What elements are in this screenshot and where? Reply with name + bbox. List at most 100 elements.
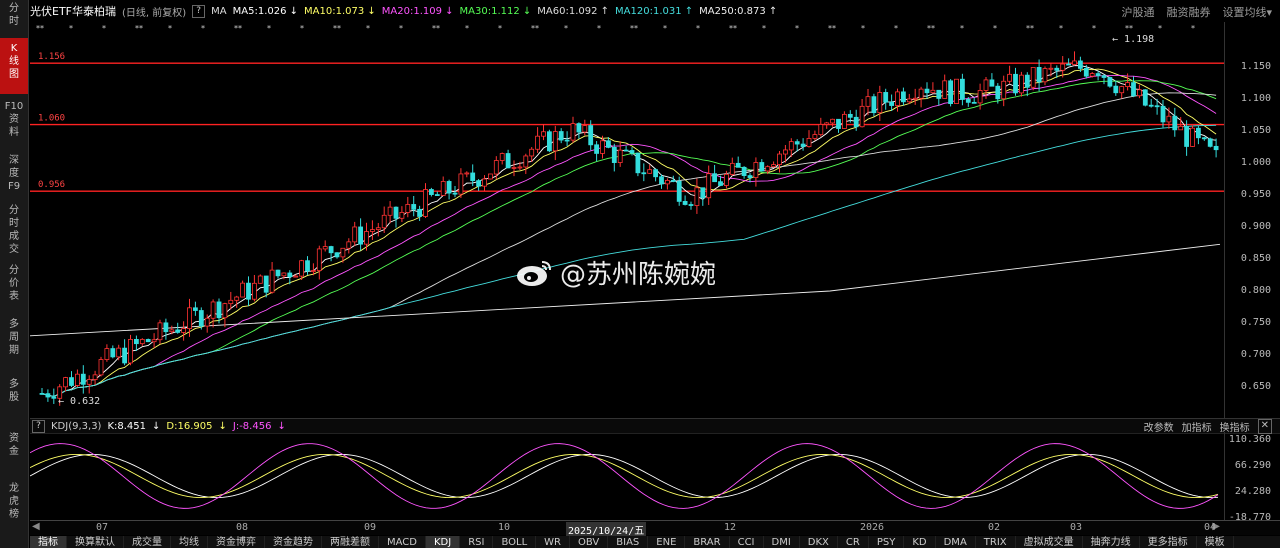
candle [954, 78, 959, 104]
candle [446, 181, 452, 194]
candle [712, 173, 717, 183]
candle [842, 113, 847, 129]
margin-trading-link[interactable]: 融资融券 [1166, 4, 1210, 20]
sidebar-item-depth[interactable]: 深 度 F9 [0, 154, 28, 196]
candle [299, 260, 305, 277]
event-mark: ** [729, 24, 737, 33]
candle [1178, 125, 1184, 131]
tab-dmi[interactable]: DMI [764, 536, 800, 548]
tab-换算默认[interactable]: 换算默认 [67, 536, 124, 548]
tab-cr[interactable]: CR [838, 536, 869, 548]
tab-指标[interactable]: 指标 [30, 536, 67, 548]
tab-dma[interactable]: DMA [936, 536, 976, 548]
candlestick-chart[interactable]: ** * * ** * * ** * * ** * * ** * * ** * * ** * * ** * * ** * * ** * *… [30, 22, 1224, 418]
ma-line [41, 65, 1217, 397]
tab-psy[interactable]: PSY [869, 536, 905, 548]
candle [423, 189, 428, 217]
kdj-axis: 110.360 66.290 24.280 -18.770 [1224, 432, 1280, 523]
sidebar-item-kline[interactable]: K 线 图 [0, 38, 28, 94]
chart-header: 光伏ETF华泰柏瑞 (日线, 前复权) ? MA MA5:1.026 ↓ MA10… [30, 0, 1280, 22]
sidebar-item-price-table[interactable]: 分 价 表 [0, 264, 28, 306]
tab-资金博弈[interactable]: 资金博弈 [208, 536, 265, 548]
event-mark: * [993, 24, 997, 33]
candle [1060, 63, 1066, 71]
tab-抽奔力线[interactable]: 抽奔力线 [1083, 536, 1140, 548]
tab-更多指标[interactable]: 更多指标 [1140, 536, 1197, 548]
candle [1072, 60, 1077, 65]
tab-wr[interactable]: WR [536, 536, 570, 548]
candle [771, 164, 776, 168]
candle [399, 212, 405, 219]
candle [334, 252, 340, 258]
event-mark: ** [234, 24, 242, 33]
tab-kd[interactable]: KD [904, 536, 936, 548]
event-mark: * [366, 24, 370, 33]
candle [1119, 86, 1125, 94]
tab-成交量[interactable]: 成交量 [124, 536, 171, 548]
candle [322, 246, 328, 250]
set-ma-button[interactable]: 设置均线▾ [1222, 4, 1272, 20]
tab-两融差额[interactable]: 两融差额 [322, 536, 379, 548]
sidebar-item-multi-stock[interactable]: 多 股 [0, 378, 28, 408]
candle [694, 187, 700, 206]
candle [629, 150, 635, 154]
ma-list: MA5:1.026 ↓ MA10:1.073 ↓ MA20:1.109 ↓ MA30:… [233, 6, 778, 17]
event-mark: * [564, 24, 568, 33]
sidebar-item-funds[interactable]: 资 金 [0, 432, 28, 462]
tab-ene[interactable]: ENE [648, 536, 686, 548]
candle [741, 166, 747, 176]
tab-均线[interactable]: 均线 [171, 536, 208, 548]
sidebar: 分 时 K 线 图 F10 资 料 深 度 F9 分 时 成 交 分 价 表 多… [0, 0, 29, 548]
ma-value-0: MA5:1.026 ↓ [232, 5, 299, 17]
candle [517, 166, 523, 169]
candle [676, 180, 682, 202]
time-label: 07 [96, 522, 109, 533]
candle [86, 379, 92, 385]
tab-brar[interactable]: BRAR [685, 536, 730, 548]
candle [541, 131, 546, 137]
tab-boll[interactable]: BOLL [493, 536, 537, 548]
sidebar-item-f10[interactable]: F10 资 料 [0, 100, 28, 142]
candle [570, 123, 576, 141]
event-mark: ** [828, 24, 836, 33]
tab-rsi[interactable]: RSI [460, 536, 494, 548]
kdj-line-j [30, 443, 1219, 509]
candle [482, 178, 487, 187]
candle [594, 144, 599, 154]
candle [1078, 60, 1083, 69]
help-icon[interactable]: ? [192, 4, 206, 18]
tab-cci[interactable]: CCI [730, 536, 764, 548]
kdj-help-icon[interactable]: ? [32, 419, 45, 433]
candle [688, 204, 694, 206]
candle [434, 194, 440, 196]
price-tick: 1.150 [1240, 61, 1271, 72]
tab-kdj[interactable]: KDJ [425, 536, 461, 548]
tab-模板[interactable]: 模板 [1197, 536, 1234, 548]
low-annotation: ← 0.632 [58, 396, 101, 407]
sidebar-item-multi-period[interactable]: 多 周 期 [0, 318, 28, 360]
candle [724, 173, 729, 186]
candle [281, 272, 287, 277]
tab-虚拟成交量[interactable]: 虚拟成交量 [1016, 536, 1083, 548]
candle [706, 173, 712, 199]
candle [617, 149, 623, 163]
sidebar-item-intraday[interactable]: 分 时 [0, 2, 28, 32]
sidebar-item-dragon-tiger[interactable]: 龙 虎 榜 [0, 482, 28, 524]
tab-trix[interactable]: TRIX [976, 536, 1016, 548]
tab-obv[interactable]: OBV [570, 536, 609, 548]
candle [69, 377, 74, 386]
candle [1166, 115, 1172, 123]
tab-macd[interactable]: MACD [379, 536, 426, 548]
sidebar-item-ticks[interactable]: 分 时 成 交 [0, 204, 28, 260]
candle [777, 153, 782, 165]
scroll-left-icon[interactable]: ◀ [32, 521, 40, 532]
hk-connect-link[interactable]: 沪股通 [1121, 4, 1154, 20]
candle [877, 92, 883, 114]
tab-资金趋势[interactable]: 资金趋势 [265, 536, 322, 548]
tab-dkx[interactable]: DKX [800, 536, 838, 548]
candle [310, 270, 316, 272]
candle [971, 101, 977, 104]
k-down-icon: ↓ [152, 420, 161, 432]
tab-bias[interactable]: BIAS [608, 536, 649, 548]
candle [871, 96, 877, 114]
